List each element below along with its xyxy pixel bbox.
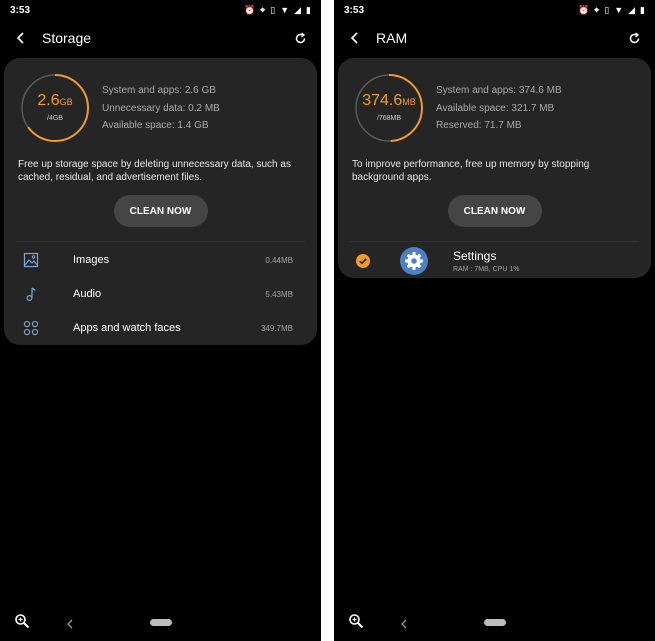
ram-stats: System and apps: 374.6 MB Available spac…	[436, 82, 562, 135]
divider	[16, 241, 305, 242]
page-title: Storage	[42, 30, 92, 46]
refresh-icon[interactable]	[627, 31, 641, 45]
app-bar: Storage	[0, 24, 321, 52]
stat-system-apps: System and apps: 2.6 GB	[102, 85, 216, 96]
used-number: 2.6	[37, 92, 60, 109]
stat-system-apps: System and apps: 374.6 MB	[436, 85, 562, 96]
location-icon: ⌖	[260, 4, 266, 15]
list-item-size: 349.7MB	[260, 323, 293, 333]
status-time: 3:53	[344, 4, 365, 16]
ram-usage-ring: 374.6MB /768MB	[353, 72, 425, 144]
list-item-label: Audio	[73, 288, 102, 300]
signal-icon: ◢	[628, 4, 636, 15]
ram-used-value: 374.6MB	[353, 92, 425, 110]
list-item-label: Images	[73, 254, 110, 266]
back-arrow-icon[interactable]	[348, 31, 362, 45]
navigation-bar	[334, 605, 655, 641]
storage-screen: 3:53 ⏰ ⌖ ▯ ▼ ◢ ▮ Storage 2.6GB /4GB Syst…	[0, 0, 321, 641]
list-item-audio[interactable]: Audio 5.43MB	[4, 279, 317, 309]
running-app-row[interactable]: Settings RAM : 7MB, CPU 1%	[338, 244, 651, 278]
location-icon: ⌖	[594, 4, 600, 15]
alarm-icon: ⏰	[243, 4, 256, 15]
wifi-icon: ▼	[280, 4, 290, 15]
status-icons: ⏰ ⌖ ▯ ▼ ◢ ▮	[577, 4, 645, 15]
vibrate-icon: ▯	[604, 4, 610, 15]
zoom-icon[interactable]	[348, 613, 364, 629]
gear-icon	[400, 247, 428, 275]
alarm-icon: ⏰	[577, 4, 590, 15]
battery-icon: ▮	[306, 4, 311, 15]
check-circle-icon[interactable]	[356, 254, 370, 268]
list-item-size: 5.43MB	[265, 289, 293, 299]
vibrate-icon: ▯	[270, 4, 276, 15]
ram-screen: 3:53 ⏰ ⌖ ▯ ▼ ◢ ▮ RAM 374.6MB /768MB Syst…	[334, 0, 655, 641]
image-icon	[22, 251, 40, 269]
zoom-icon[interactable]	[14, 613, 30, 629]
list-item-label: Apps and watch faces	[73, 322, 181, 334]
list-item-size: 0.44MB	[265, 255, 293, 265]
clean-now-button[interactable]: CLEAN NOW	[113, 195, 208, 227]
used-unit: MB	[402, 97, 416, 107]
storage-card: 2.6GB /4GB System and apps: 2.6 GB Unnec…	[4, 58, 317, 345]
used-unit: GB	[59, 97, 73, 107]
stat-unnecessary-data: Unnecessary data: 0.2 MB	[102, 102, 220, 114]
nav-home-button[interactable]	[484, 619, 506, 626]
wifi-icon: ▼	[614, 4, 624, 15]
status-bar: 3:53 ⏰ ⌖ ▯ ▼ ◢ ▮	[0, 0, 321, 20]
ram-description: To improve performance, free up memory b…	[352, 159, 590, 183]
app-name: Settings	[453, 249, 497, 263]
clean-now-button[interactable]: CLEAN NOW	[447, 195, 542, 227]
stat-available-space: Available space: 321.7 MB	[436, 102, 555, 114]
divider	[350, 241, 639, 242]
stat-available-space: Available space: 1.4 GB	[102, 120, 209, 131]
status-bar: 3:53 ⏰ ⌖ ▯ ▼ ◢ ▮	[334, 0, 655, 20]
page-title: RAM	[376, 30, 408, 46]
list-item-images[interactable]: Images 0.44MB	[4, 245, 317, 275]
signal-icon: ◢	[294, 4, 302, 15]
app-bar: RAM	[334, 24, 655, 52]
status-time: 3:53	[10, 4, 31, 16]
storage-used-value: 2.6GB	[19, 92, 91, 110]
storage-total: /4GB	[47, 115, 63, 122]
list-item-apps-watch-faces[interactable]: Apps and watch faces 349.7MB	[4, 313, 317, 343]
refresh-icon[interactable]	[293, 31, 307, 45]
storage-usage-ring: 2.6GB /4GB	[19, 72, 91, 144]
nav-home-button[interactable]	[150, 619, 172, 626]
apps-grid-icon	[22, 319, 40, 337]
nav-back-icon[interactable]	[66, 616, 74, 629]
battery-icon: ▮	[640, 4, 645, 15]
app-usage: RAM : 7MB, CPU 1%	[453, 266, 520, 273]
storage-stats: System and apps: 2.6 GB Unnecessary data…	[102, 82, 220, 135]
storage-description: Free up storage space by deleting unnece…	[18, 159, 291, 183]
used-number: 374.6	[362, 92, 403, 109]
back-arrow-icon[interactable]	[14, 31, 28, 45]
navigation-bar	[0, 605, 321, 641]
status-icons: ⏰ ⌖ ▯ ▼ ◢ ▮	[243, 4, 311, 15]
stat-reserved: Reserved: 71.7 MB	[436, 120, 522, 131]
nav-back-icon[interactable]	[400, 616, 408, 629]
music-note-icon	[22, 285, 40, 303]
ram-total: /768MB	[376, 115, 402, 122]
ram-card: 374.6MB /768MB System and apps: 374.6 MB…	[338, 58, 651, 278]
